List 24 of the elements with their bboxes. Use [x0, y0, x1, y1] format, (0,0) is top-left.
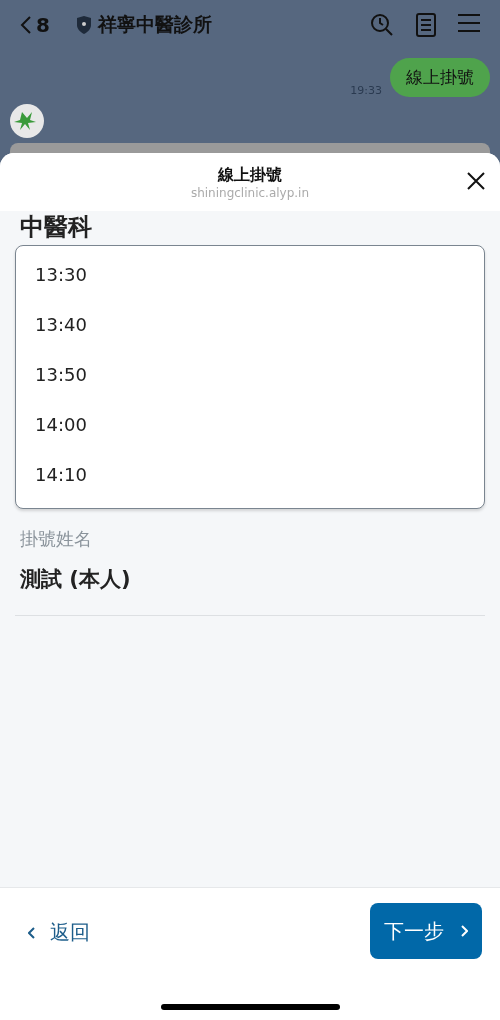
sheet-url: shiningclinic.alyp.in	[190, 185, 310, 200]
sheet-title: 線上掛號	[218, 164, 282, 186]
time-option[interactable]: 14:00	[16, 400, 484, 450]
time-option[interactable]: 14:10	[16, 450, 484, 500]
chevron-left-icon	[20, 15, 32, 35]
menu-icon[interactable]	[458, 13, 480, 33]
field-label: 掛號姓名	[20, 527, 93, 551]
department-heading: 中醫科	[19, 213, 92, 241]
unread-count: 8	[36, 13, 50, 37]
search-icon[interactable]	[370, 13, 394, 37]
next-button[interactable]: 下一步	[370, 903, 482, 959]
chevron-left-icon	[28, 926, 36, 939]
time-option[interactable]: 13:40	[16, 300, 484, 350]
time-list[interactable]: 13:30 13:40 13:50 14:00 14:10	[15, 245, 485, 509]
chat-title: 祥寧中醫診所	[97, 12, 212, 37]
time-option[interactable]: 13:30	[16, 250, 484, 300]
time-option[interactable]: 13:50	[16, 350, 484, 400]
clinic-logo-icon	[10, 104, 44, 138]
back-link[interactable]: 返回	[28, 919, 90, 946]
message-bubble: 線上掛號	[390, 58, 490, 97]
shield-icon	[75, 16, 92, 34]
notes-icon[interactable]	[416, 13, 436, 37]
chevron-right-icon	[460, 925, 468, 937]
name-value: 測試 (本人)	[20, 566, 132, 593]
